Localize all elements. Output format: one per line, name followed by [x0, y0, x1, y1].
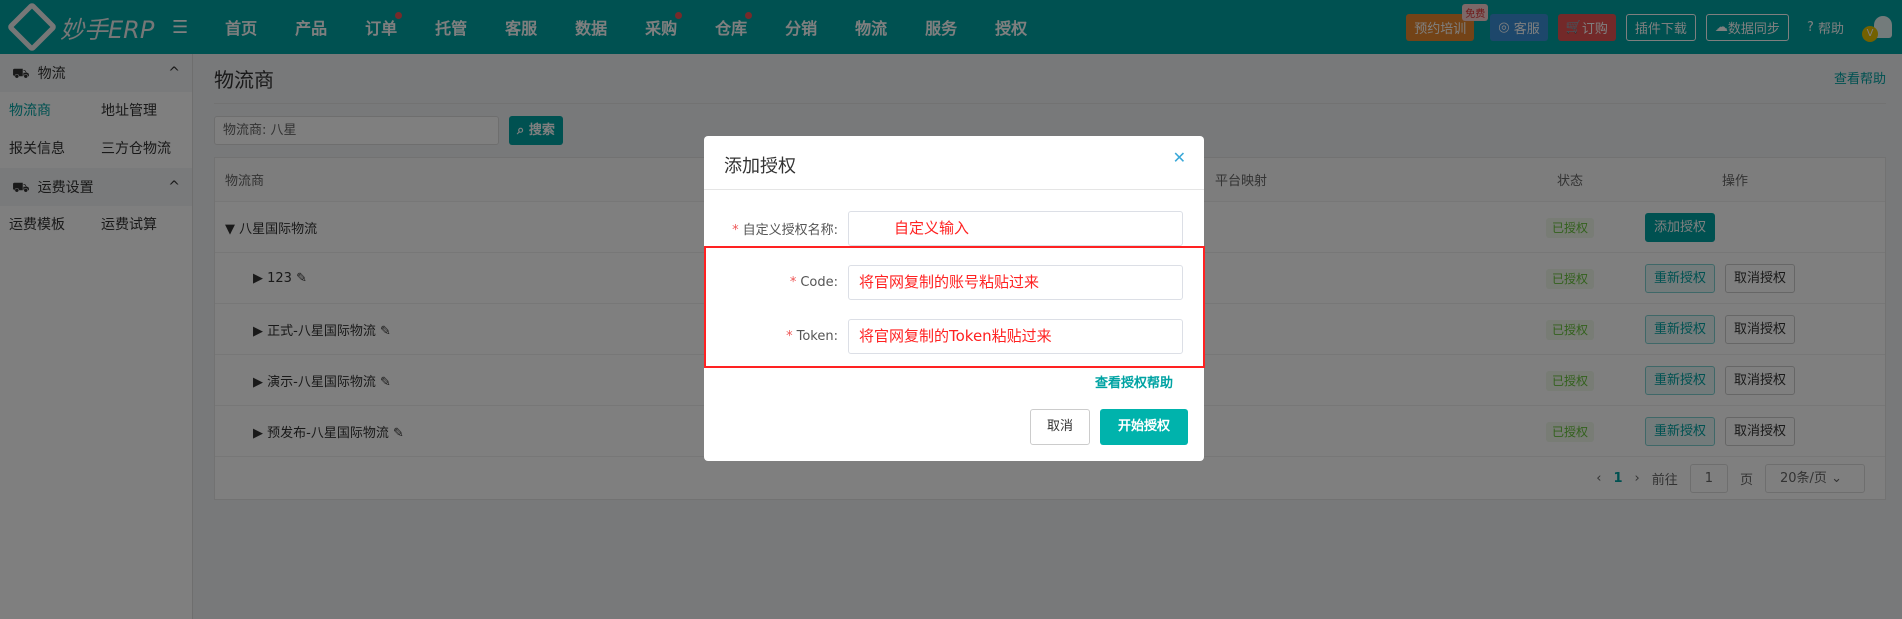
auth-name-input[interactable]: 自定义输入 — [848, 211, 1183, 246]
start-auth-button[interactable]: 开始授权 — [1100, 409, 1188, 445]
close-icon[interactable]: ✕ — [1173, 148, 1186, 167]
dialog-title: 添加授权 — [704, 136, 1204, 190]
auth-help-link[interactable]: 查看授权帮助 — [1095, 372, 1173, 391]
label-text: 自定义授权名称: — [742, 223, 838, 238]
highlight-box — [704, 246, 1205, 368]
add-auth-dialog: 添加授权 ✕ * 自定义授权名称: 自定义输入 * Code: 将官网复制的账号粘贴过来… — [704, 136, 1205, 461]
cancel-button[interactable]: 取消 — [1030, 409, 1090, 445]
name-label: * 自定义授权名称: — [732, 223, 838, 238]
